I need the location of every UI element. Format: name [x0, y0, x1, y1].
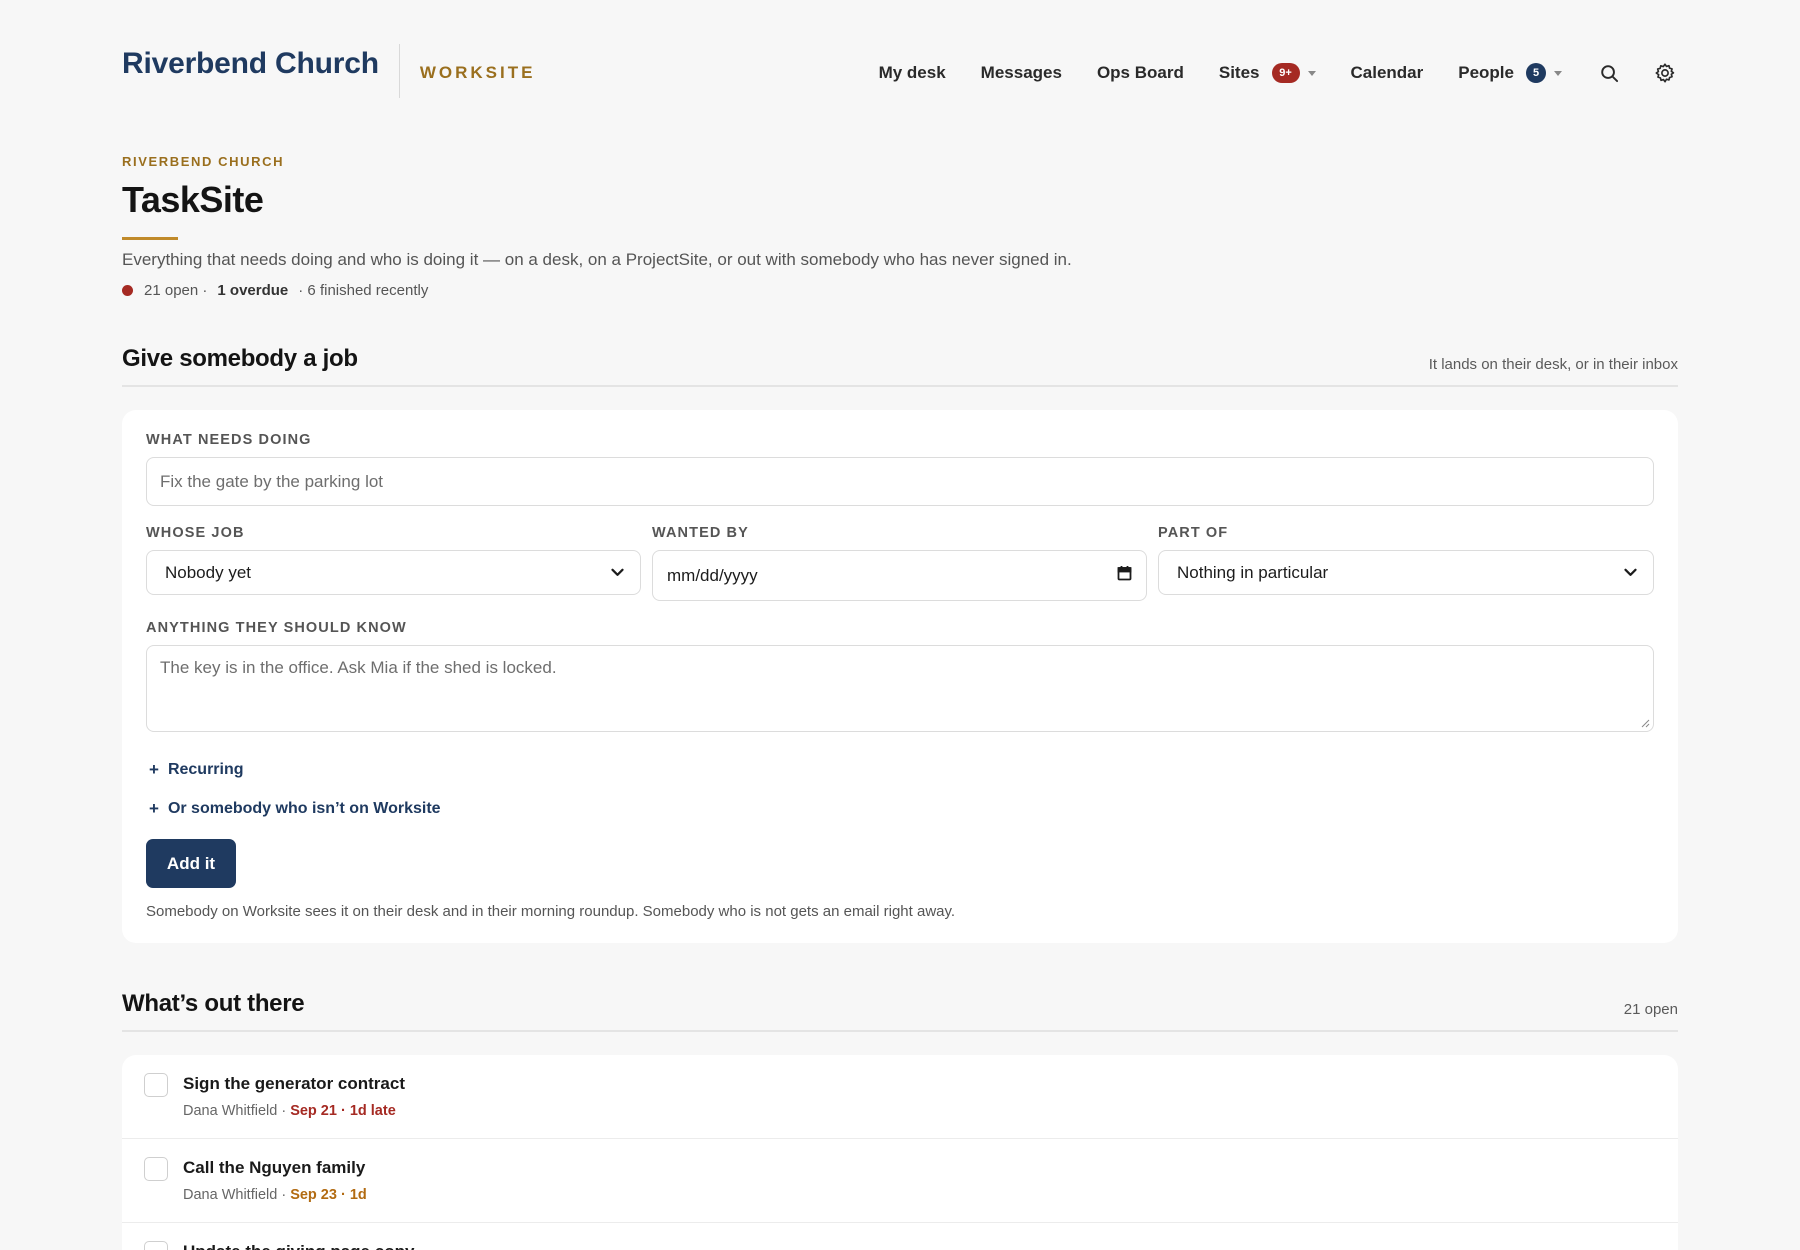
product-name: WORKSITE [419, 63, 536, 82]
top-navigation-bar: Riverbend Church WORKSITE My desk Messag… [122, 36, 1678, 106]
caret-down-icon [1554, 70, 1562, 76]
notes-textarea[interactable]: The key is in the office. Ask Mia if the… [146, 645, 1654, 732]
title-underline [122, 237, 178, 240]
date-placeholder: mm/dd/yyyy [667, 565, 758, 585]
link-label: Or somebody who isn’t on Worksite [167, 800, 441, 817]
plus-icon: + [149, 799, 159, 818]
main-nav: My desk Messages Ops Board Sites 9+ Cale… [879, 38, 1678, 108]
form-help-text: Somebody on Worksite sees it on their de… [146, 903, 956, 920]
textarea-placeholder: The key is in the office. Ask Mia if the… [160, 658, 557, 677]
chevron-down-icon [1624, 568, 1637, 577]
nav-label: Messages [980, 63, 1062, 82]
input-placeholder: Fix the gate by the parking lot [160, 471, 384, 491]
task-title-input[interactable]: Fix the gate by the parking lot [146, 457, 1654, 506]
project-select[interactable]: Nothing in particular [1158, 550, 1654, 595]
wanted-by-label: WANTED BY [652, 525, 749, 541]
select-value: Nobody yet [165, 562, 251, 582]
open-count-note: 21 open [1623, 1001, 1678, 1018]
nav-messages[interactable]: Messages [981, 63, 1062, 83]
section-title: Give somebody a job [122, 345, 358, 372]
whose-label: WHOSE JOB [146, 525, 245, 541]
section-note: It lands on their desk, or in their inbo… [1428, 356, 1678, 373]
task-list-section-header: What’s out there 21 open [122, 984, 1678, 1032]
notes-label: ANYTHING THEY SHOULD KNOW [146, 620, 407, 636]
task-owner: Dana Whitfield · [183, 1103, 287, 1119]
nav-label: Sites [1218, 63, 1260, 82]
overdue-count[interactable]: 1 overdue [217, 282, 288, 299]
search-icon [1600, 64, 1618, 82]
nav-calendar[interactable]: Calendar [1351, 63, 1424, 83]
chevron-down-icon [611, 568, 624, 577]
nav-label: My desk [878, 63, 946, 82]
add-task-button[interactable]: Add it [146, 839, 236, 888]
nav-label: People [1458, 63, 1514, 82]
new-task-section-header: Give somebody a job It lands on their de… [122, 339, 1678, 387]
task-title[interactable]: Sign the generator contract [183, 1074, 405, 1094]
due-date-input[interactable]: mm/dd/yyyy [652, 550, 1147, 601]
page-description: Everything that needs doing and who is d… [122, 250, 1072, 269]
brand: Riverbend Church WORKSITE [122, 36, 535, 106]
task-row[interactable]: Sign the generator contract Dana Whitfie… [122, 1055, 1678, 1139]
assignee-select[interactable]: Nobody yet [146, 550, 641, 595]
section-title: What’s out there [122, 990, 305, 1017]
task-list: Sign the generator contract Dana Whitfie… [122, 1055, 1678, 1250]
caret-down-icon [1307, 70, 1316, 76]
brand-name[interactable]: Riverbend Church [122, 47, 379, 81]
settings-button[interactable] [1652, 60, 1678, 86]
calendar-icon[interactable] [1117, 565, 1132, 586]
outside-person-toggle[interactable]: + Or somebody who isn’t on Worksite [146, 799, 441, 819]
task-due-soon: Sep 23 · 1d [290, 1187, 367, 1203]
select-value: Nothing in particular [1177, 562, 1329, 582]
link-label: Recurring [167, 761, 244, 778]
task-complete-checkbox[interactable] [144, 1241, 168, 1250]
nav-people-dropdown[interactable]: People 5 [1458, 63, 1562, 83]
people-count-badge: 5 [1526, 63, 1546, 83]
task-row[interactable]: Call the Nguyen family Dana Whitfield · … [122, 1139, 1678, 1223]
nav-label: Ops Board [1096, 63, 1184, 82]
finished-count: · 6 finished recently [298, 282, 429, 299]
task-title[interactable]: Update the giving page copy [183, 1242, 414, 1250]
task-meta: Dana Whitfield · Sep 21 · 1d late [183, 1103, 396, 1119]
task-complete-checkbox[interactable] [144, 1073, 168, 1097]
task-complete-checkbox[interactable] [144, 1157, 168, 1181]
brand-divider [398, 44, 400, 98]
nav-my-desk[interactable]: My desk [879, 63, 946, 83]
gear-icon [1655, 63, 1675, 83]
nav-label: Calendar [1350, 63, 1424, 82]
status-dot-icon [122, 285, 133, 296]
open-count: 21 open · [144, 282, 208, 299]
task-stats: 21 open · 1 overdue · 6 finished recentl… [122, 282, 1678, 299]
page-title: TaskSite [122, 179, 264, 220]
what-label: WHAT NEEDS DOING [146, 432, 312, 448]
page-eyebrow: RIVERBEND CHURCH [122, 154, 285, 169]
task-due-overdue: Sep 21 · 1d late [290, 1103, 396, 1119]
part-of-label: PART OF [1158, 525, 1229, 541]
task-row[interactable]: Update the giving page copy [122, 1223, 1678, 1250]
sites-count-badge: 9+ [1271, 63, 1300, 83]
nav-ops-board[interactable]: Ops Board [1097, 63, 1184, 83]
new-task-form: WHAT NEEDS DOING Fix the gate by the par… [122, 410, 1678, 943]
nav-sites-dropdown[interactable]: Sites 9+ [1219, 63, 1316, 83]
resize-handle-icon[interactable] [1640, 718, 1650, 728]
plus-icon: + [149, 760, 159, 779]
recurring-toggle[interactable]: + Recurring [146, 760, 244, 780]
page-header: RIVERBEND CHURCH TaskSite Everything tha… [122, 154, 1678, 299]
task-meta: Dana Whitfield · Sep 23 · 1d [183, 1187, 367, 1203]
task-owner: Dana Whitfield · [183, 1187, 287, 1203]
search-button[interactable] [1596, 60, 1622, 86]
task-title[interactable]: Call the Nguyen family [183, 1158, 365, 1178]
